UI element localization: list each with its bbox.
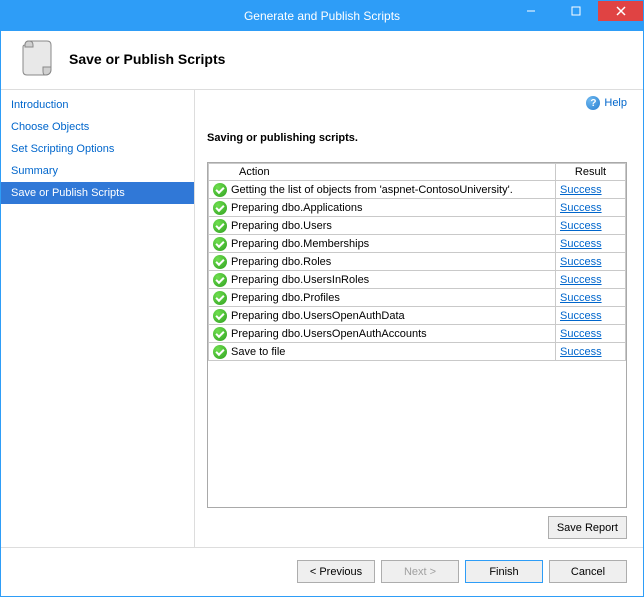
action-cell: Preparing dbo.Memberships (209, 235, 556, 253)
table-row: Save to file Success (209, 343, 626, 361)
status-text: Saving or publishing scripts. (207, 132, 627, 144)
wizard-footer: < Previous Next > Finish Cancel (1, 547, 643, 595)
results-table: Action Result Getting the list of object… (208, 163, 626, 361)
table-row: Preparing dbo.Profiles Success (209, 289, 626, 307)
finish-button[interactable]: Finish (465, 560, 543, 583)
table-row: Preparing dbo.UsersInRoles Success (209, 271, 626, 289)
result-link[interactable]: Success (560, 184, 602, 196)
action-text: Preparing dbo.UsersInRoles (231, 274, 369, 286)
titlebar: Generate and Publish Scripts (1, 1, 643, 31)
nav-summary[interactable]: Summary (1, 160, 194, 182)
result-cell: Success (556, 271, 626, 289)
action-text: Preparing dbo.Applications (231, 202, 362, 214)
action-cell: Preparing dbo.UsersInRoles (209, 271, 556, 289)
result-cell: Success (556, 181, 626, 199)
table-row: Preparing dbo.Memberships Success (209, 235, 626, 253)
table-row: Preparing dbo.UsersOpenAuthData Success (209, 307, 626, 325)
action-cell: Preparing dbo.UsersOpenAuthAccounts (209, 325, 556, 343)
action-cell: Preparing dbo.Profiles (209, 289, 556, 307)
result-cell: Success (556, 217, 626, 235)
action-cell: Preparing dbo.Roles (209, 253, 556, 271)
success-icon (213, 237, 227, 251)
minimize-button[interactable] (508, 1, 553, 21)
table-row: Preparing dbo.Users Success (209, 217, 626, 235)
action-text: Getting the list of objects from 'aspnet… (231, 184, 513, 196)
success-icon (213, 183, 227, 197)
result-link[interactable]: Success (560, 220, 602, 232)
result-cell: Success (556, 325, 626, 343)
success-icon (213, 309, 227, 323)
previous-button[interactable]: < Previous (297, 560, 375, 583)
table-row: Preparing dbo.UsersOpenAuthAccounts Succe… (209, 325, 626, 343)
action-text: Preparing dbo.UsersOpenAuthData (231, 310, 405, 322)
maximize-button[interactable] (553, 1, 598, 21)
action-text: Preparing dbo.Profiles (231, 292, 340, 304)
next-button: Next > (381, 560, 459, 583)
result-cell: Success (556, 235, 626, 253)
scroll-icon (17, 39, 57, 79)
action-cell: Preparing dbo.Users (209, 217, 556, 235)
cancel-button[interactable]: Cancel (549, 560, 627, 583)
result-cell: Success (556, 253, 626, 271)
table-row: Getting the list of objects from 'aspnet… (209, 181, 626, 199)
success-icon (213, 291, 227, 305)
result-cell: Success (556, 289, 626, 307)
action-cell: Getting the list of objects from 'aspnet… (209, 181, 556, 199)
success-icon (213, 345, 227, 359)
close-button[interactable] (598, 1, 643, 21)
action-text: Preparing dbo.Memberships (231, 238, 369, 250)
results-table-wrap: Action Result Getting the list of object… (207, 162, 627, 508)
wizard-header: Save or Publish Scripts (1, 31, 643, 90)
main-panel: ? Help Saving or publishing scripts. Act… (195, 90, 643, 547)
result-link[interactable]: Success (560, 310, 602, 322)
window-controls (508, 1, 643, 31)
success-icon (213, 327, 227, 341)
nav-save-or-publish-scripts[interactable]: Save or Publish Scripts (1, 182, 194, 204)
help-icon: ? (586, 96, 600, 110)
action-text: Preparing dbo.UsersOpenAuthAccounts (231, 328, 427, 340)
result-cell: Success (556, 199, 626, 217)
page-title: Save or Publish Scripts (69, 51, 225, 67)
success-icon (213, 201, 227, 215)
success-icon (213, 219, 227, 233)
result-link[interactable]: Success (560, 238, 602, 250)
action-cell: Save to file (209, 343, 556, 361)
action-text: Save to file (231, 346, 285, 358)
nav-set-scripting-options[interactable]: Set Scripting Options (1, 138, 194, 160)
result-link[interactable]: Success (560, 346, 602, 358)
nav-choose-objects[interactable]: Choose Objects (1, 116, 194, 138)
action-cell: Preparing dbo.Applications (209, 199, 556, 217)
nav-introduction[interactable]: Introduction (1, 94, 194, 116)
action-text: Preparing dbo.Roles (231, 256, 331, 268)
help-label: Help (604, 97, 627, 109)
result-cell: Success (556, 307, 626, 325)
result-link[interactable]: Success (560, 292, 602, 304)
result-cell: Success (556, 343, 626, 361)
column-action[interactable]: Action (209, 164, 556, 181)
success-icon (213, 255, 227, 269)
wizard-nav: Introduction Choose Objects Set Scriptin… (1, 90, 195, 547)
table-row: Preparing dbo.Roles Success (209, 253, 626, 271)
action-cell: Preparing dbo.UsersOpenAuthData (209, 307, 556, 325)
save-report-button[interactable]: Save Report (548, 516, 627, 539)
result-link[interactable]: Success (560, 256, 602, 268)
result-link[interactable]: Success (560, 328, 602, 340)
result-link[interactable]: Success (560, 274, 602, 286)
action-text: Preparing dbo.Users (231, 220, 332, 232)
column-result[interactable]: Result (556, 164, 626, 181)
help-link[interactable]: ? Help (586, 96, 627, 110)
result-link[interactable]: Success (560, 202, 602, 214)
success-icon (213, 273, 227, 287)
table-row: Preparing dbo.Applications Success (209, 199, 626, 217)
